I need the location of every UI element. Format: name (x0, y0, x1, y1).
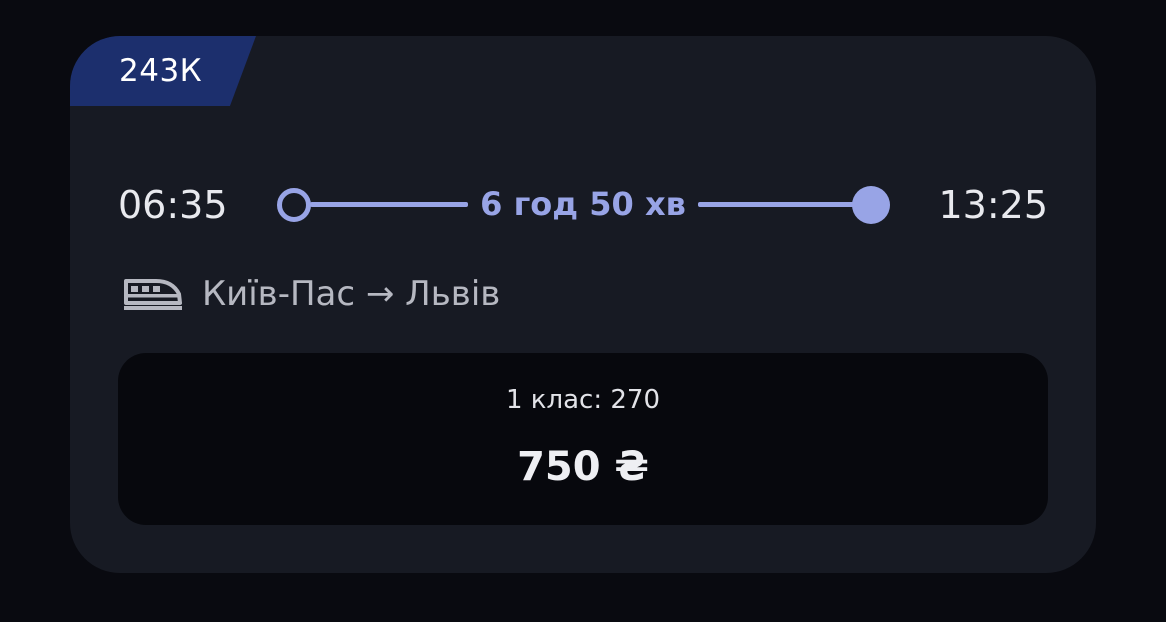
route-text: Київ-Пас → Львів (202, 274, 501, 314)
train-number: 243К (119, 53, 203, 89)
ticket-price: 750 ₴ (517, 444, 649, 490)
arrival-station-dot (852, 186, 890, 224)
train-icon (124, 279, 182, 310)
route-info: Київ-Пас → Львів (122, 271, 500, 317)
timeline-line-left (310, 202, 468, 207)
departure-time: 06:35 (118, 183, 228, 227)
trip-duration: 6 год 50 хв (480, 185, 686, 223)
train-card[interactable]: 243К 06:35 6 год 50 хв 13:25 Київ-Пас → … (70, 36, 1096, 573)
departure-station-dot (277, 188, 311, 222)
price-box[interactable]: 1 клас: 270 750 ₴ (118, 353, 1048, 525)
seat-class-availability: 1 клас: 270 (505, 385, 660, 415)
arrival-time: 13:25 (938, 183, 1048, 227)
timeline-line-right (698, 202, 868, 207)
